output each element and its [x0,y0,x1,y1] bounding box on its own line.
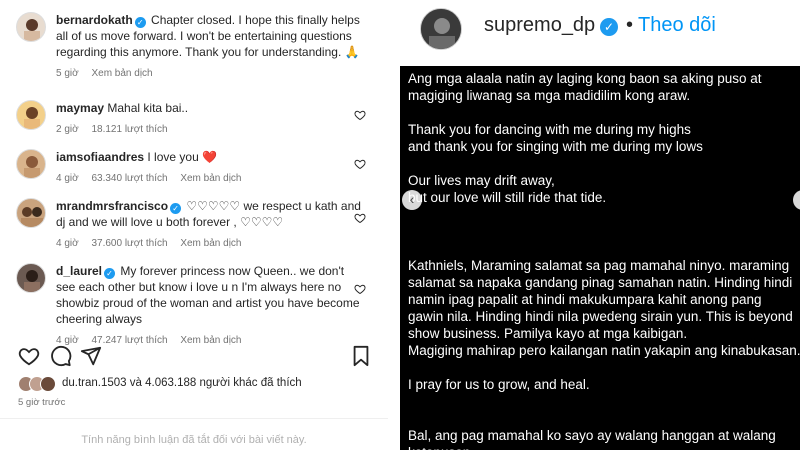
avatar[interactable] [16,12,46,42]
comment-body: iamsofiaandres I love you ❤️ 4 giờ 63.34… [56,149,366,187]
comment-time: 4 giờ [56,173,79,184]
comment-body: d_laurel ✓ My forever princess now Queen.… [56,263,366,349]
comment-time: 2 giờ [56,124,79,135]
post-line: Thank you for dancing with me during my … [408,122,691,137]
comment-text: Mahal kita bai.. [107,101,189,115]
caption-body: bernardokath ✓ Chapter closed. I hope thi… [56,12,366,82]
comment-likes[interactable]: 37.600 lượt thích [91,238,167,249]
heart-icon[interactable] [354,212,366,224]
comment-username[interactable]: mrandmrsfrancisco [56,199,168,213]
translate-link[interactable]: Xem bản dịch [180,238,241,249]
heart-icon[interactable] [354,158,366,170]
comment-meta: 2 giờ 18.121 lượt thích [56,122,366,138]
comment-meta: 4 giờ 37.600 lượt thích Xem bản dịch [56,236,366,252]
post-line: magiging liwanag sa mga madidilim kong a… [408,88,691,103]
like-heart-icon[interactable] [18,345,40,367]
caption-username[interactable]: bernardokath [56,13,133,27]
post-line [408,155,800,172]
post-line: Kathniels, Maraming salamat sa pag mamah… [408,258,790,273]
avatar[interactable] [16,263,46,293]
right-post-panel: supremo_dp ✓ • Theo dõi Ang mga alaala n… [392,0,800,450]
liker-avatars [18,376,62,392]
post-line: and thank you for singing with me during… [408,139,703,154]
verified-icon: ✓ [170,203,182,214]
comment-meta: 4 giờ 63.340 lượt thích Xem bản dịch [56,171,366,187]
heart-icon[interactable] [354,283,366,295]
comment-text: I love you ❤️ [147,150,218,164]
heart-icon[interactable] [354,109,366,121]
comments-disabled-notice: Tính năng bình luận đã tắt đối với bài v… [81,434,307,446]
verified-icon: ✓ [600,18,618,36]
avatar[interactable] [16,100,46,130]
caption-meta: 5 giờ Xem bản dịch [56,66,366,82]
comment-username[interactable]: iamsofiaandres [56,150,144,164]
comment-username[interactable]: d_laurel [56,264,102,278]
verified-icon: ✓ [134,17,146,28]
comment-bubble-icon[interactable] [50,345,72,367]
post-line [408,206,800,223]
post-line: show business. Pamilya kayo at mga kaibi… [408,326,688,341]
post-action-bar [18,345,374,369]
comment-likes[interactable]: 18.121 lượt thích [91,124,167,135]
translate-link[interactable]: Xem bản dịch [91,68,152,79]
comment-body: maymay Mahal kita bai.. 2 giờ 18.121 lượ… [56,100,366,138]
post-time: 5 giờ trước [18,397,66,408]
post-line: Ang mga alaala natin ay laging kong baon… [408,71,762,86]
comment-likes[interactable]: 63.340 lượt thích [91,173,167,184]
post-line: salamat sa napaka gandang pinag samahan … [408,275,793,290]
divider [0,418,388,419]
post-line [408,240,800,257]
post-line [408,359,800,376]
comment-username[interactable]: maymay [56,101,104,115]
post-line: Magiging mahirap pero kailangan natin ya… [408,343,800,358]
post-line [408,223,800,240]
avatar[interactable] [420,8,462,50]
post-image[interactable]: Ang mga alaala natin ay laging kong baon… [400,66,800,450]
left-post-panel: bernardokath ✓ Chapter closed. I hope thi… [0,0,388,450]
follow-button[interactable]: Theo dõi [638,14,716,37]
post-line: Our lives may drift away, [408,173,555,188]
likes-text: du.tran.1503 và 4.063.188 người khác đã … [62,377,302,389]
avatar[interactable] [16,149,46,179]
post-header: supremo_dp ✓ • Theo dõi [392,0,800,58]
verified-icon: ✓ [104,268,116,279]
caption-time: 5 giờ [56,68,79,79]
post-line: namin ipag papalit at hindi makukumpara … [408,292,762,307]
post-line [408,393,800,410]
post-line: but our love will still ride that tide. [408,190,607,205]
comment-body: mrandmrsfrancisco ✓ ♡♡♡♡♡ we respect u ka… [56,198,366,252]
carousel-indicator [588,442,606,448]
avatar[interactable] [16,198,46,228]
prev-slide-button[interactable]: ‹ [402,190,422,210]
separator-dot: • [626,14,634,36]
post-line: gawin nila. Hinding hindi nila pwedeng s… [408,309,793,324]
comment-time: 4 giờ [56,238,79,249]
post-line [408,104,800,121]
post-line [408,410,800,427]
bookmark-icon[interactable] [350,345,372,367]
share-send-icon[interactable] [80,345,102,367]
post-line: I pray for us to grow, and heal. [408,377,590,392]
translate-link[interactable]: Xem bản dịch [180,173,241,184]
post-text: Ang mga alaala natin ay laging kong baon… [408,70,800,450]
post-username[interactable]: supremo_dp [484,14,595,37]
